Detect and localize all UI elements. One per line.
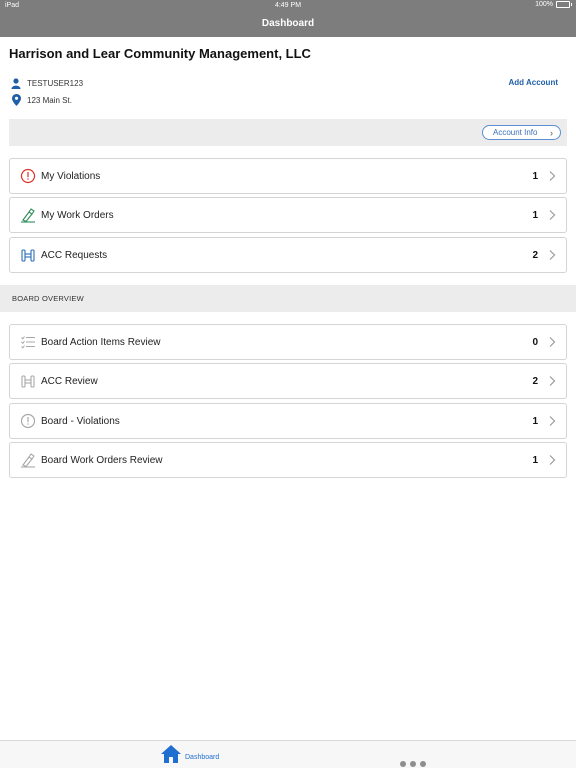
row-label: My Violations [41,171,101,182]
clock: 4:49 PM [274,2,302,9]
board-violations-row[interactable]: Board - Violations 1 [9,403,567,439]
chevron-right-icon [549,416,556,426]
chevron-right-icon [549,171,556,181]
work-order-icon [21,208,35,223]
chevron-right-icon [549,376,556,386]
acc-request-icon [21,249,35,262]
chevron-right-icon [549,250,556,260]
violation-icon [20,413,36,429]
more-menu-icon[interactable] [400,761,426,767]
tab-dashboard-label: Dashboard [185,753,220,761]
add-account-link[interactable]: Add Account [509,78,558,87]
section-title: BOARD OVERVIEW [12,294,84,303]
company-name: Harrison and Lear Community Management, … [9,46,311,61]
row-label: Board - Violations [41,416,120,427]
chevron-right-icon: › [550,128,553,138]
acc-review-row[interactable]: ACC Review 2 [9,363,567,399]
battery-indicator: 100% [535,1,572,8]
battery-percent: 100% [535,1,553,8]
row-count: 1 [532,171,538,182]
account-info-button[interactable]: Account Info › [482,125,561,140]
acc-requests-row[interactable]: ACC Requests 2 [9,237,567,273]
user-row: TESTUSER123 [10,77,83,89]
page-title: Dashboard [261,18,315,29]
work-order-icon [21,453,35,468]
row-label: ACC Requests [41,250,108,261]
username: TESTUSER123 [27,78,84,88]
chevron-right-icon [549,455,556,465]
tab-bar: Dashboard [0,740,576,768]
home-icon [161,745,181,763]
checklist-icon [21,336,35,349]
location-pin-icon [10,94,22,106]
account-band: Account Info › [9,119,567,146]
row-label: My Work Orders [41,210,114,221]
row-count: 2 [532,376,538,387]
row-count: 1 [532,416,538,427]
row-count: 2 [532,250,538,261]
chevron-right-icon [549,210,556,220]
my-violations-row[interactable]: My Violations 1 [9,158,567,194]
user-icon [10,77,22,89]
account-info-label: Account Info [493,128,538,137]
address: 123 Main St. [27,95,72,105]
board-work-orders-row[interactable]: Board Work Orders Review 1 [9,442,567,478]
row-count: 0 [532,337,538,348]
acc-review-icon [21,375,35,388]
status-bar: iPad 4:49 PM 100% [0,0,576,12]
battery-icon [556,1,572,8]
nav-bar: Dashboard [0,12,576,37]
row-count: 1 [532,455,538,466]
chevron-right-icon [549,337,556,347]
board-overview-header: BOARD OVERVIEW [0,285,576,312]
row-count: 1 [532,210,538,221]
board-action-items-row[interactable]: Board Action Items Review 0 [9,324,567,360]
violation-icon [20,168,36,184]
address-row: 123 Main St. [10,94,72,106]
row-label: ACC Review [41,376,98,387]
row-label: Board Work Orders Review [41,455,163,466]
row-label: Board Action Items Review [41,337,161,348]
my-work-orders-row[interactable]: My Work Orders 1 [9,197,567,233]
tab-dashboard[interactable]: Dashboard [160,744,219,764]
